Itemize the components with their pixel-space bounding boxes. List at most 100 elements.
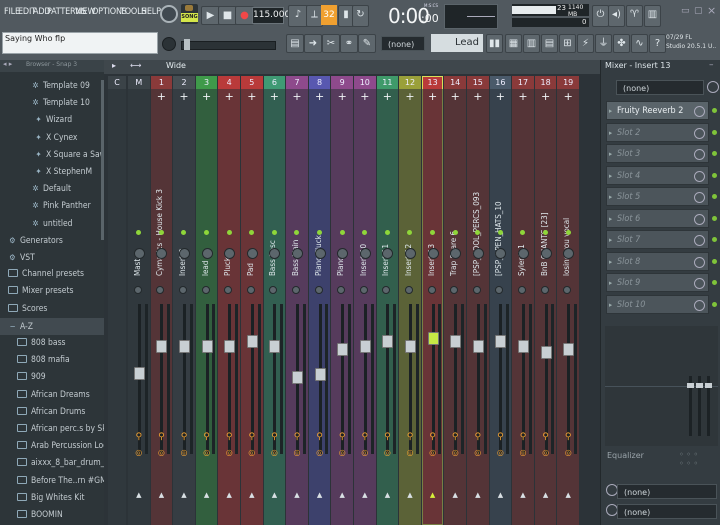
slot-mix-knob[interactable]: [694, 127, 705, 139]
volume-fader[interactable]: [314, 368, 326, 382]
effect-slot-3[interactable]: ▸ Slot 3: [606, 144, 709, 163]
browser-button[interactable]: ⊞: [559, 34, 576, 53]
stereo-knob[interactable]: [540, 286, 549, 294]
browser-item[interactable]: 909: [0, 369, 104, 386]
record-arm-icon[interactable]: ◎: [218, 448, 240, 457]
stereo-knob[interactable]: [517, 286, 526, 294]
browser-section-az[interactable]: − A-Z: [0, 317, 104, 335]
browser-item[interactable]: Channel presets: [0, 266, 104, 283]
stereo-knob[interactable]: [314, 286, 323, 294]
phase-icon[interactable]: ⚲: [557, 432, 579, 442]
send-arrow-icon[interactable]: ▲: [377, 491, 399, 499]
volume-fader[interactable]: [269, 340, 281, 354]
mixer-strip-insert-6[interactable]: 6 + Bass 3osc ⚲ ◎ ▲: [263, 76, 286, 525]
mixer-strip-insert-2[interactable]: 2 + Insert 2 ⚲ ◎ ▲: [173, 76, 195, 525]
help-button[interactable]: ?: [649, 34, 666, 53]
add-insert-icon[interactable]: +: [173, 90, 195, 103]
send-arrow-icon[interactable]: ▲: [151, 491, 173, 499]
add-insert-icon[interactable]: +: [151, 90, 173, 103]
strip-active-led[interactable]: [339, 230, 345, 235]
browser-item[interactable]: 808 bass: [0, 335, 104, 352]
mixer-strip-insert-7[interactable]: 7 + Bass Main ⚲ ◎ ▲: [286, 76, 308, 525]
record-arm-icon[interactable]: ◎: [264, 448, 286, 457]
send-arrow-icon[interactable]: ▲: [354, 491, 376, 499]
pan-knob[interactable]: [314, 248, 326, 259]
output-selector-2[interactable]: (none): [617, 504, 717, 519]
volume-fader[interactable]: [201, 340, 213, 354]
browser-item[interactable]: African Dreams: [0, 387, 104, 404]
add-insert-icon[interactable]: +: [444, 90, 466, 103]
tempo-display[interactable]: 115.000: [252, 7, 290, 24]
add-insert-icon[interactable]: +: [399, 90, 421, 103]
strip-active-led[interactable]: [271, 230, 277, 235]
browser-item[interactable]: ✦ X StephenM: [0, 163, 104, 180]
add-insert-icon[interactable]: +: [557, 90, 579, 103]
volume-fader[interactable]: [337, 343, 349, 357]
slot-enable-led[interactable]: [712, 280, 717, 285]
browser-item[interactable]: ⚙ VST: [0, 249, 104, 266]
browser-item[interactable]: African Drums: [0, 404, 104, 421]
send-arrow-icon[interactable]: ▲: [444, 491, 466, 499]
browser-item[interactable]: 808 mafia: [0, 352, 104, 369]
add-insert-icon[interactable]: +: [354, 90, 376, 103]
record-arm-icon[interactable]: ◎: [557, 448, 579, 457]
send-arrow-icon[interactable]: ▲: [331, 491, 353, 499]
playlist-window-button[interactable]: ▤: [286, 34, 304, 53]
browser-item[interactable]: Before The..rn #GM0004: [0, 473, 104, 490]
volume-fader[interactable]: [224, 340, 236, 354]
strip-active-led[interactable]: [384, 230, 390, 235]
browser-item[interactable]: ✲ Template 09: [0, 77, 104, 94]
mixer-strip-master[interactable]: M Master ⚲ ◎ ▲: [128, 76, 150, 525]
stereo-knob[interactable]: [246, 286, 255, 294]
pan-knob[interactable]: [133, 248, 145, 259]
record-arm-icon[interactable]: ◎: [128, 448, 150, 457]
add-insert-icon[interactable]: +: [512, 90, 534, 103]
browser-item[interactable]: ✦ X Cynex: [0, 129, 104, 146]
add-insert-icon[interactable]: +: [422, 90, 444, 103]
slot-enable-led[interactable]: [712, 151, 717, 156]
phase-icon[interactable]: ⚲: [128, 432, 150, 442]
phase-icon[interactable]: ⚲: [377, 432, 399, 442]
stereo-knob[interactable]: [359, 286, 368, 294]
slot-enable-led[interactable]: [712, 194, 717, 199]
news-panel[interactable]: 07/29 FL Studio 20.5.1 U..: [666, 33, 720, 53]
send-arrow-icon[interactable]: ▲: [309, 491, 331, 499]
record-arm-icon[interactable]: ◎: [286, 448, 308, 457]
effect-slot-5[interactable]: ▸ Slot 5: [606, 187, 709, 206]
volume-fader[interactable]: [563, 343, 575, 357]
mic-button[interactable]: ♈: [626, 5, 643, 27]
insert-menu-icon[interactable]: –: [709, 60, 714, 70]
snap-selector[interactable]: Lead: [431, 34, 483, 52]
slot-mix-knob[interactable]: [694, 192, 705, 203]
record-arm-icon[interactable]: ◎: [151, 448, 173, 457]
phase-icon[interactable]: ⚲: [444, 432, 466, 442]
mixer-strip-insert-18[interactable]: 18 + BnB CHANTS [23] ⚲ ◎ ▲: [534, 76, 557, 525]
phase-icon[interactable]: ⚲: [331, 432, 353, 442]
slot-mix-knob[interactable]: [694, 170, 705, 182]
browser-item[interactable]: ✲ Pink Panther: [0, 197, 104, 214]
send-arrow-icon[interactable]: ▲: [286, 491, 308, 499]
mixer-strip-insert-5[interactable]: 5 + Pad ⚲ ◎ ▲: [241, 76, 263, 525]
record-arm-icon[interactable]: ◎: [354, 448, 376, 457]
volume-fader[interactable]: [133, 367, 145, 380]
mixer-strip-insert-19[interactable]: 19 + losing you vocal ⚲ ◎ ▲: [557, 76, 579, 525]
loop-record-button[interactable]: ↻: [352, 5, 369, 27]
volume-fader[interactable]: [156, 340, 168, 354]
phase-icon[interactable]: ⚲: [218, 432, 240, 442]
time-display[interactable]: M:S:CS 0:00 :00: [388, 3, 440, 28]
browser-item[interactable]: aixxx_8_bar_drum_loops: [0, 455, 104, 472]
mixer-strip-insert-3[interactable]: 3 + lead ⚲ ◎ ▲: [195, 76, 218, 525]
link-button[interactable]: ⚭: [340, 34, 358, 53]
browser-item[interactable]: African perc.s by Skuvlow: [0, 421, 104, 438]
mixer-strip-insert-13[interactable]: 13 + Insert 13 ⚲ ◎ ▲: [421, 76, 444, 525]
browser-item[interactable]: Mixer presets: [0, 283, 104, 300]
brush-button[interactable]: ✎: [358, 34, 376, 53]
mixer-button[interactable]: ▥: [523, 34, 540, 53]
volume-fader[interactable]: [178, 340, 190, 354]
send-arrow-icon[interactable]: ▲: [196, 491, 218, 499]
pan-knob[interactable]: [178, 248, 190, 259]
pan-knob[interactable]: [427, 248, 439, 259]
pan-knob[interactable]: [517, 248, 529, 259]
add-insert-icon[interactable]: +: [490, 90, 512, 103]
add-insert-icon[interactable]: +: [535, 90, 557, 103]
